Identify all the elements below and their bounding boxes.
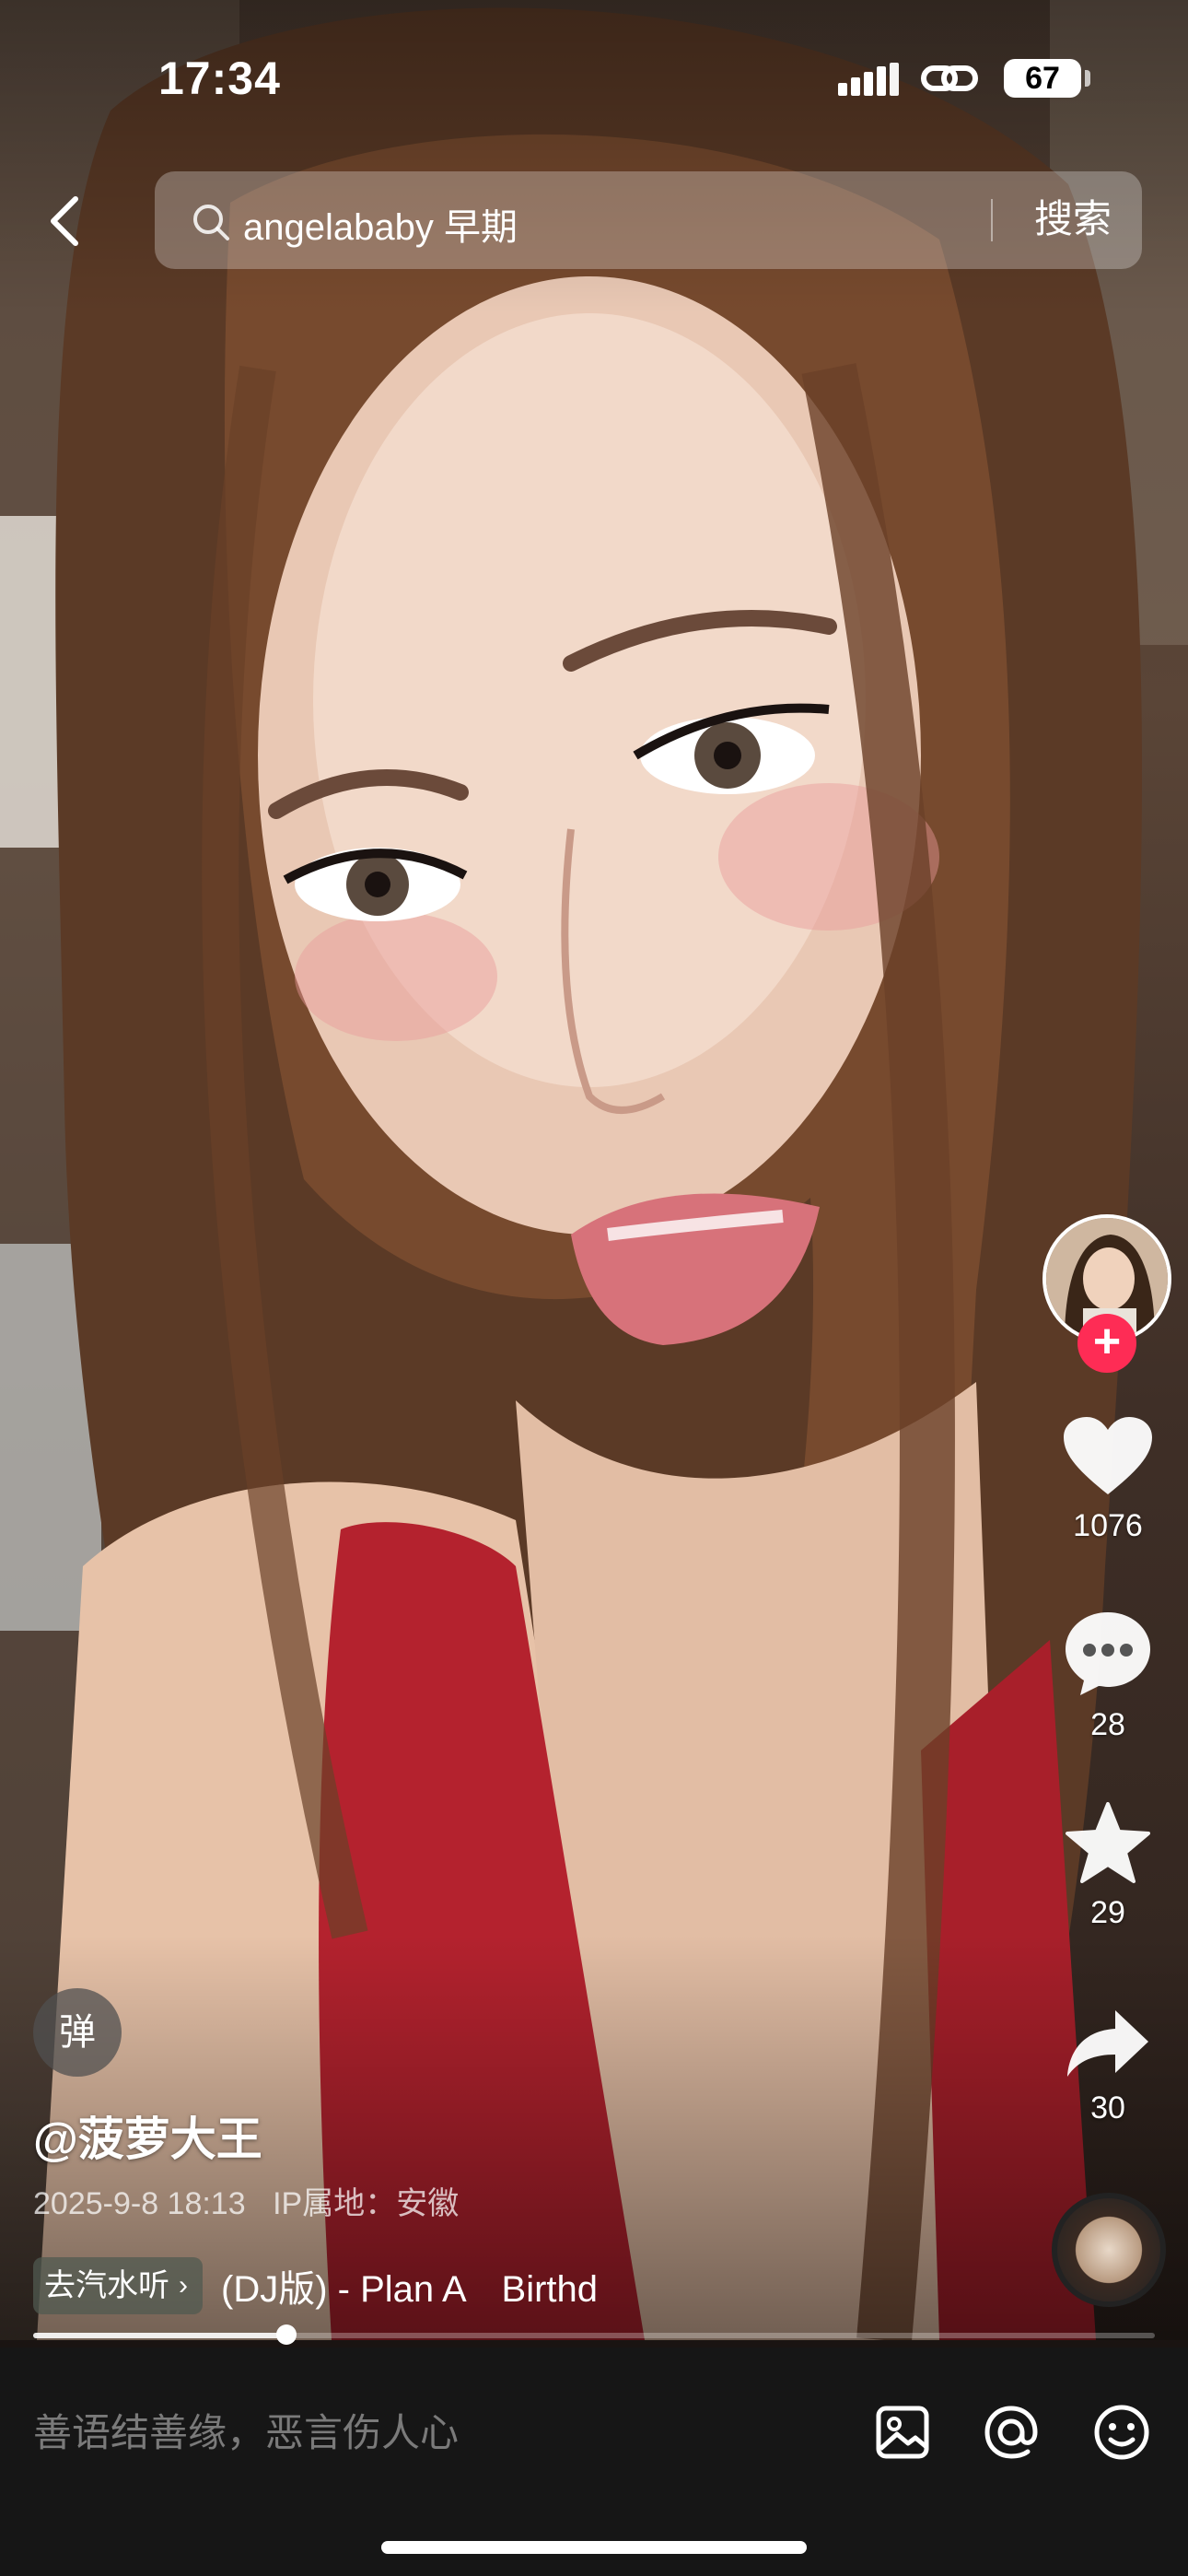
progress-knob[interactable] (276, 2324, 297, 2345)
battery-tip (1085, 70, 1090, 87)
like-button[interactable]: 1076 (1041, 1415, 1175, 1544)
emoji-icon[interactable] (1089, 2399, 1155, 2465)
back-chevron-icon (51, 196, 78, 246)
star-icon (1066, 1802, 1150, 1883)
search-divider (991, 199, 993, 241)
comment-count: 28 (1090, 1707, 1125, 1742)
music-disc-icon[interactable] (1052, 2193, 1166, 2307)
status-bar: 17:34 67 (0, 0, 1188, 157)
music-title[interactable]: (DJ版) - Plan A Birthd (221, 2259, 681, 2313)
search-icon (193, 205, 229, 240)
danmu-toggle-button[interactable]: 弹 (33, 1988, 122, 2077)
music-row: 去汽水听 › (DJ版) - Plan A Birthd (33, 2257, 681, 2314)
search-query[interactable]: angelababy 早期 (243, 197, 518, 251)
status-time: 17:34 (158, 53, 281, 104)
favorite-count: 29 (1090, 1895, 1125, 1930)
soda-music-tag[interactable]: 去汽水听 › (33, 2257, 203, 2314)
share-count: 30 (1090, 2090, 1125, 2125)
image-icon[interactable] (869, 2399, 936, 2465)
like-count: 1076 (1073, 1508, 1143, 1543)
heart-icon (1064, 1417, 1152, 1494)
post-ip-location: IP属地：安徽 (273, 2186, 460, 2221)
favorite-button[interactable]: 29 (1041, 1800, 1175, 1931)
link-icon (921, 65, 978, 91)
video-player-screen: 17:34 67 angelababy 早期 搜索 + 1076 28 29 3… (0, 0, 1188, 2576)
post-date: 2025-9-8 18:13 (33, 2186, 246, 2221)
home-indicator (381, 2541, 807, 2554)
share-button[interactable]: 30 (1041, 2007, 1175, 2126)
post-meta: 2025-9-8 18:13 IP属地：安徽 (33, 2178, 459, 2223)
comment-bar (0, 2348, 1188, 2576)
progress-fill (33, 2333, 287, 2338)
chevron-right-icon: › (179, 2270, 188, 2301)
comment-input[interactable] (33, 2401, 844, 2465)
back-button[interactable] (37, 184, 92, 258)
comment-button[interactable]: 28 (1041, 1609, 1175, 1743)
search-button[interactable]: 搜索 (1022, 192, 1124, 247)
author-name[interactable]: @菠萝大王 (33, 2102, 262, 2169)
share-arrow-icon (1067, 2010, 1148, 2077)
video-illustration (0, 0, 1188, 2340)
battery-icon: 67 (1004, 59, 1081, 98)
mention-at-icon[interactable] (978, 2399, 1044, 2465)
soda-tag-label: 去汽水听 (44, 2268, 169, 2303)
follow-button[interactable]: + (1077, 1314, 1136, 1373)
video-progress-bar[interactable] (33, 2324, 1155, 2345)
video-frame[interactable] (0, 0, 1188, 2340)
cellular-signal-icon (838, 63, 899, 96)
author-avatar-group[interactable]: + (1042, 1214, 1171, 1373)
comment-bubble-icon (1066, 1612, 1150, 1695)
search-bar[interactable]: angelababy 早期 搜索 (155, 171, 1142, 269)
